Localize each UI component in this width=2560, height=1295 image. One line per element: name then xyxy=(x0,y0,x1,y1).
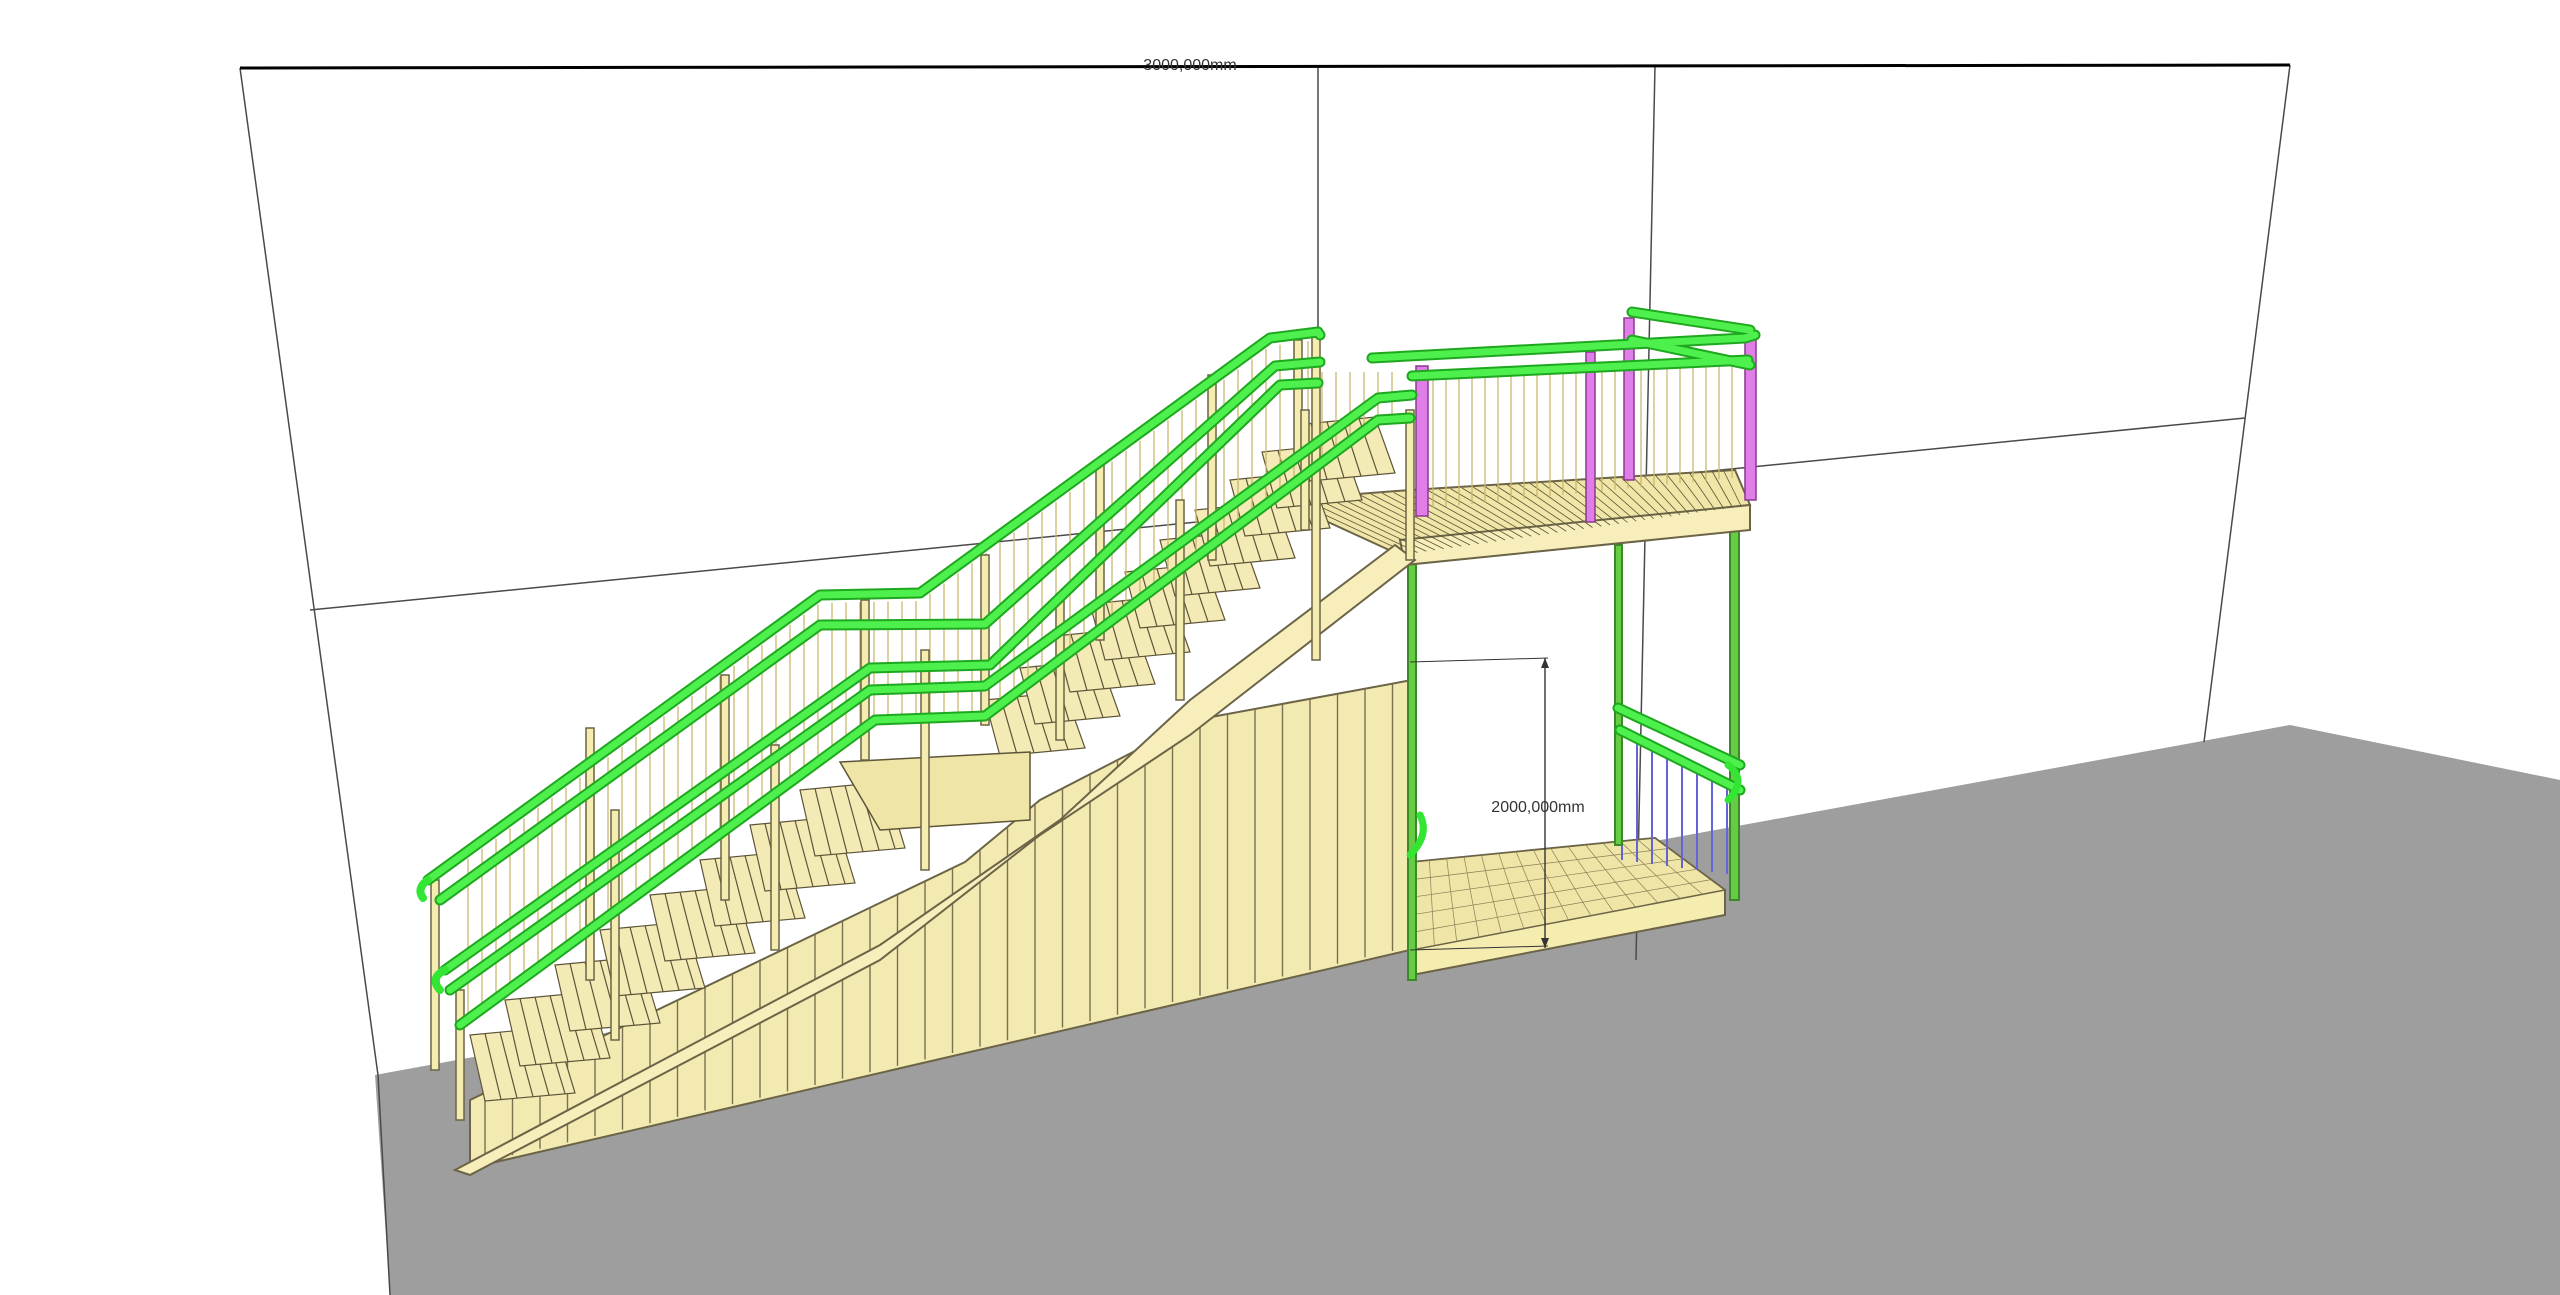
top-dimension-line xyxy=(239,63,2291,70)
handrail-end-return-1 xyxy=(416,876,432,902)
column-front-left xyxy=(1407,549,1417,981)
handrail-post xyxy=(1405,409,1415,561)
handrail-post xyxy=(455,989,465,1121)
column-front-right xyxy=(1729,519,1740,901)
stair-model-viewport: 3000,000mm 2000,000mm xyxy=(239,57,2560,1295)
top-dimension-label: 3000,000mm xyxy=(1143,57,1236,74)
accent-post-2 xyxy=(1585,351,1596,523)
column-back-left xyxy=(1614,544,1623,846)
handrail-end-return-2 xyxy=(431,966,449,994)
handrail-post xyxy=(1207,374,1217,561)
accent-post-1 xyxy=(1415,365,1429,517)
handrail-post xyxy=(770,744,780,951)
handrail-post xyxy=(980,554,990,726)
clearance-dimension-label: 2000,000mm xyxy=(1491,799,1584,816)
handrail-post xyxy=(1175,499,1185,701)
